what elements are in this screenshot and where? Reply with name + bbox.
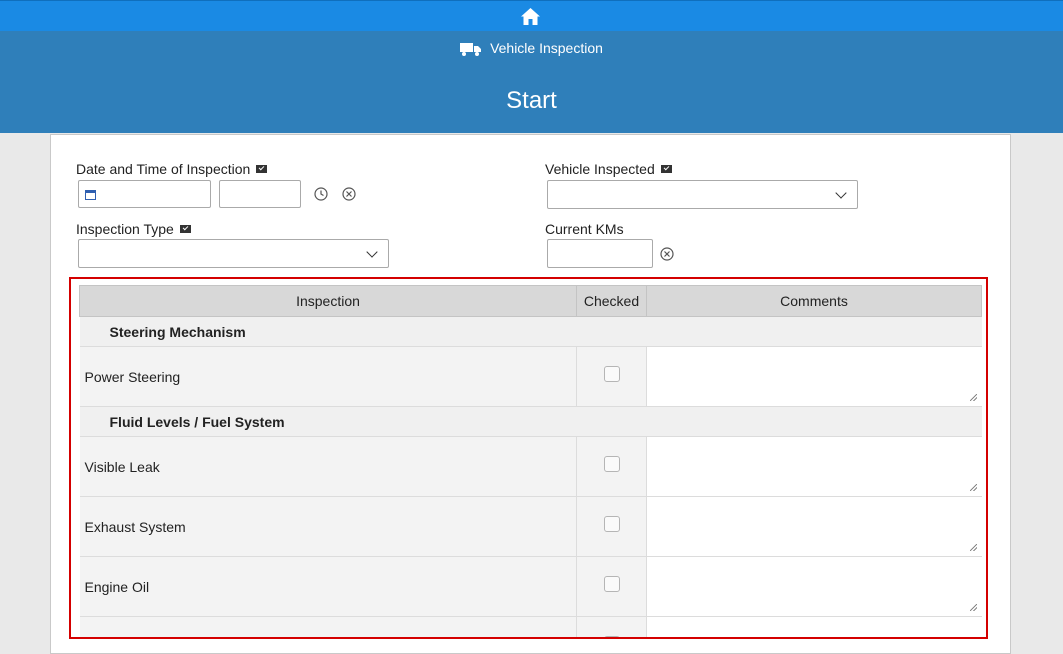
required-check-icon: [660, 165, 672, 173]
table-row: Exhaust System: [79, 496, 982, 557]
checked-checkbox[interactable]: [603, 365, 620, 382]
vehicle-label: Vehicle Inspected: [545, 161, 672, 177]
breadcrumb[interactable]: Vehicle Inspection: [0, 40, 1063, 56]
comment-textarea[interactable]: [649, 619, 980, 637]
checked-cell: [576, 616, 647, 637]
resize-handle-icon[interactable]: [969, 604, 977, 611]
clear-kms-icon[interactable]: [660, 247, 674, 261]
breadcrumb-label: Vehicle Inspection: [490, 40, 603, 56]
chevron-down-icon: [835, 187, 847, 199]
inspection-type-label-text: Inspection Type: [76, 221, 174, 237]
checked-cell: [576, 346, 647, 407]
section-title: Steering Mechanism: [79, 316, 982, 347]
section-row: Fluid Levels / Fuel System: [79, 406, 982, 437]
section-title: Fluid Levels / Fuel System: [79, 406, 982, 437]
inspection-grid: Inspection Checked Comments Steering Mec…: [79, 285, 982, 637]
table-row: Engine Oil: [79, 556, 982, 617]
resize-handle-icon[interactable]: [969, 544, 977, 551]
time-input[interactable]: [219, 180, 301, 208]
top-nav-bar: [0, 0, 1063, 31]
inspection-item-name: Power Steering: [79, 346, 577, 407]
resize-handle-icon[interactable]: [969, 394, 977, 401]
column-header-checked[interactable]: Checked: [576, 285, 647, 317]
required-check-icon: [179, 225, 191, 233]
comment-cell: [646, 346, 982, 407]
inspection-item-name: Engine Oil: [79, 556, 577, 617]
resize-handle-icon[interactable]: [969, 484, 977, 491]
page-title: Start: [506, 87, 557, 114]
inspection-item-name: Exhaust System: [79, 496, 577, 557]
current-kms-input[interactable]: [547, 239, 653, 268]
comment-textarea[interactable]: [649, 439, 980, 494]
column-header-inspection[interactable]: Inspection: [79, 285, 577, 317]
truck-icon: [460, 43, 482, 56]
inspection-type-label: Inspection Type: [76, 221, 191, 237]
inspection-grid-highlight: Inspection Checked Comments Steering Mec…: [69, 277, 988, 639]
checked-checkbox[interactable]: [603, 455, 620, 472]
table-row: Visible Leak: [79, 436, 982, 497]
chevron-down-icon: [366, 246, 378, 258]
date-time-label: Date and Time of Inspection: [76, 161, 268, 177]
comment-textarea[interactable]: [649, 559, 980, 614]
comment-textarea[interactable]: [649, 349, 980, 404]
comment-textarea[interactable]: [649, 499, 980, 554]
required-check-icon: [256, 165, 268, 173]
calendar-icon[interactable]: [85, 189, 96, 200]
vehicle-select[interactable]: [547, 180, 858, 209]
date-input[interactable]: [78, 180, 211, 208]
comment-cell: [646, 436, 982, 497]
clock-icon[interactable]: [314, 187, 328, 201]
checked-checkbox[interactable]: [603, 635, 620, 637]
inspection-item-name: [79, 616, 577, 637]
checked-cell: [576, 556, 647, 617]
section-row: Steering Mechanism: [79, 316, 982, 347]
inspection-type-select[interactable]: [78, 239, 389, 268]
table-row: Power Steering: [79, 346, 982, 407]
column-header-comments[interactable]: Comments: [646, 285, 982, 317]
comment-cell: [646, 496, 982, 557]
current-kms-label-text: Current KMs: [545, 221, 624, 237]
checked-checkbox[interactable]: [603, 515, 620, 532]
date-time-label-text: Date and Time of Inspection: [76, 161, 251, 177]
inspection-item-name: Visible Leak: [79, 436, 577, 497]
home-icon[interactable]: [521, 8, 540, 25]
checked-checkbox[interactable]: [603, 575, 620, 592]
comment-cell: [646, 616, 982, 637]
table-row: [79, 616, 982, 637]
current-kms-label: Current KMs: [545, 221, 624, 237]
vehicle-label-text: Vehicle Inspected: [545, 161, 655, 177]
page-header: Vehicle Inspection Start: [0, 31, 1063, 133]
checked-cell: [576, 436, 647, 497]
clear-date-icon[interactable]: [342, 187, 356, 201]
checked-cell: [576, 496, 647, 557]
comment-cell: [646, 556, 982, 617]
